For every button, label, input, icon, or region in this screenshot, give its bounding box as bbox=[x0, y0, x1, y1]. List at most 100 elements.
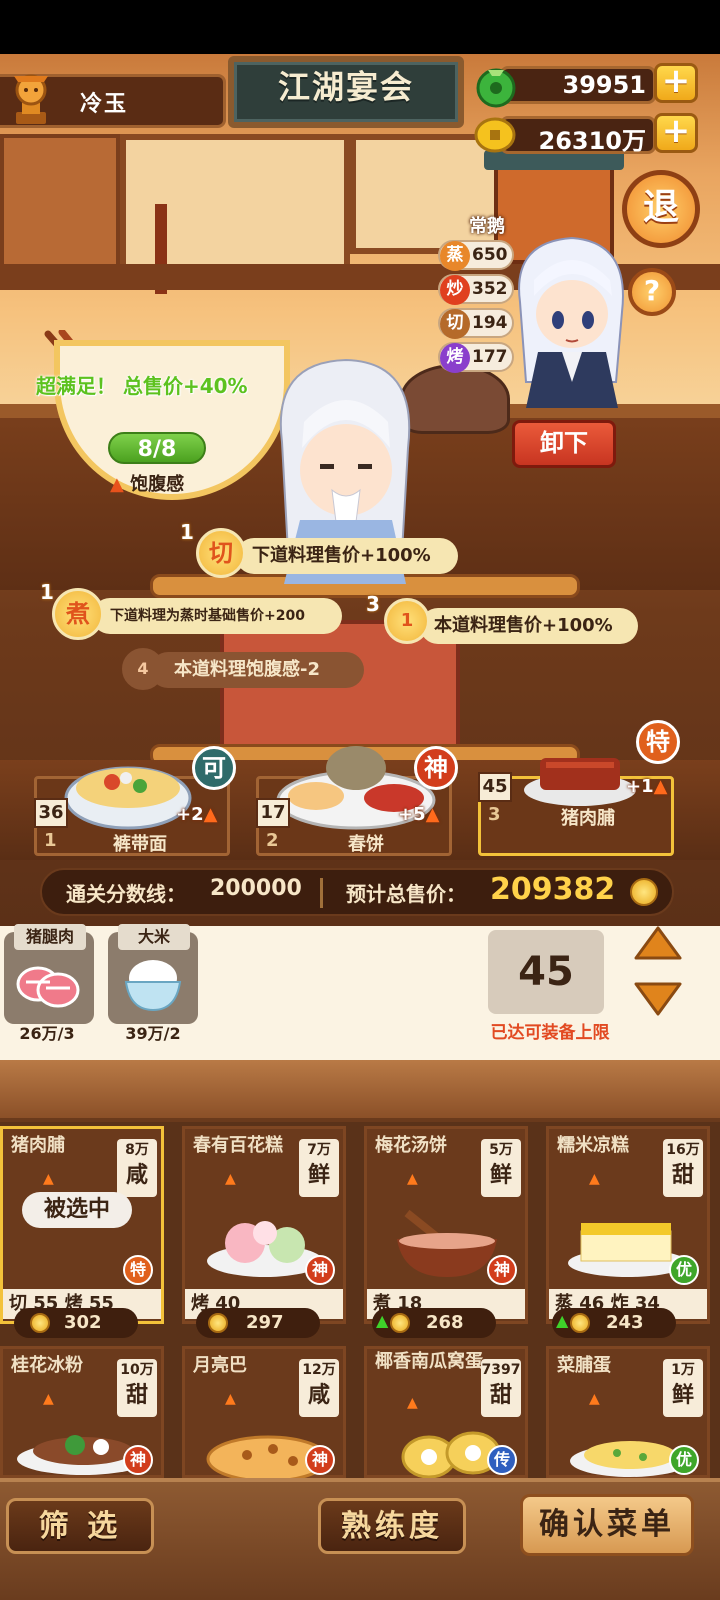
add-jade-button[interactable]: + bbox=[654, 63, 698, 103]
stirfry-skill-value: 352 bbox=[472, 279, 508, 299]
flame-icon: ▲ bbox=[425, 804, 440, 825]
recipe-price-tag: 8万咸 bbox=[117, 1139, 157, 1197]
effect-tag-flame: 1 bbox=[384, 598, 430, 644]
effect-banner-4: 本道料理饱腹感-2 bbox=[150, 652, 364, 688]
recipe-cost: 297 bbox=[196, 1308, 320, 1338]
steam-skill-icon: 蒸 bbox=[440, 241, 470, 271]
jade-icon bbox=[474, 64, 518, 108]
pork-leg-icon bbox=[16, 958, 80, 1010]
effect-count: 3 bbox=[366, 592, 380, 616]
dish-slot: 1 bbox=[44, 830, 57, 851]
unload-chef-button[interactable]: 卸下 bbox=[512, 420, 616, 468]
jade-value: 39951 bbox=[562, 71, 647, 99]
roast-skill-icon: 烤 bbox=[440, 343, 470, 373]
effect-text: 本道料理饱腹感-2 bbox=[174, 659, 320, 680]
player-name: 冷玉 bbox=[80, 92, 129, 117]
fullness-badge: 8/8 bbox=[108, 432, 206, 464]
flame-icon: ▲ bbox=[407, 1395, 418, 1411]
recipe-cost-value: 243 bbox=[606, 1312, 644, 1333]
page-title: 江湖宴会 bbox=[277, 68, 414, 106]
fullness-label-text: 饱腹感 bbox=[130, 474, 185, 495]
recipe-price-tag: 5万鲜 bbox=[481, 1139, 521, 1197]
recipe-cost: 302 bbox=[14, 1308, 138, 1338]
effect-text: 本道料理售价+100% bbox=[434, 615, 613, 636]
divider bbox=[320, 878, 323, 908]
fullness-label: ▲ 饱腹感 bbox=[110, 470, 210, 496]
add-coin-button[interactable]: + bbox=[654, 113, 698, 153]
dish-count: 36 bbox=[34, 798, 68, 828]
filter-button[interactable]: 筛 选 bbox=[6, 1498, 154, 1554]
grade-badge: 神 bbox=[305, 1255, 335, 1285]
chef-character[interactable] bbox=[512, 232, 630, 412]
proficiency-button[interactable]: 熟练度 bbox=[318, 1498, 466, 1554]
recipe-card[interactable]: 桂花冰粉 10万甜 ▲ 神 bbox=[0, 1346, 164, 1478]
effect-tag-cut: 切 bbox=[196, 528, 246, 578]
grade-badge: 传 bbox=[487, 1445, 517, 1475]
ingredient-name: 大米 bbox=[118, 924, 190, 950]
steam-skill-value: 650 bbox=[472, 245, 508, 265]
exit-button[interactable]: 退 bbox=[622, 170, 700, 248]
recipe-cost: ▲ 268 bbox=[372, 1308, 496, 1338]
recipe-card[interactable]: 菜脯蛋 1万鲜 ▲ 优 bbox=[546, 1346, 710, 1478]
coin-icon bbox=[630, 878, 658, 906]
effect-banner-2: 下道料理为蒸时基础售价+200 bbox=[92, 598, 342, 634]
dish-count: 17 bbox=[256, 798, 290, 828]
satisfaction-text: 超满足！ 总售价+40% bbox=[36, 374, 248, 398]
recipe-name: 猪肉脯 bbox=[11, 1135, 65, 1156]
ingredient-qty: 39万/2 bbox=[125, 1024, 181, 1043]
grade-badge: 特 bbox=[123, 1255, 153, 1285]
recipe-price: 10万 bbox=[120, 1362, 154, 1378]
recipe-card[interactable]: 春有百花糕 7万鲜 ▲ 烤 40 神 bbox=[182, 1126, 346, 1324]
flame-icon: ▲ bbox=[653, 776, 668, 797]
recipe-price-tag: 10万甜 bbox=[117, 1359, 157, 1417]
rice-bowl-icon bbox=[122, 954, 184, 1012]
dish-slot: 3 bbox=[488, 804, 501, 825]
coin-value: 26310万 bbox=[538, 127, 647, 155]
help-button[interactable]: ? bbox=[628, 268, 676, 316]
recipe-flavor: 甜 bbox=[671, 1163, 694, 1188]
grade-badge: 优 bbox=[669, 1445, 699, 1475]
confirm-menu-button[interactable]: 确认菜单 bbox=[520, 1494, 694, 1556]
dish-image bbox=[62, 742, 194, 832]
pass-score-value: 200000 bbox=[210, 876, 302, 901]
recipe-price-tag: 1万鲜 bbox=[663, 1359, 703, 1417]
recipe-card[interactable]: 椰香南瓜窝蛋 7397 甜 ▲ 传 bbox=[364, 1346, 528, 1479]
coin-icon bbox=[474, 114, 516, 156]
effect-count: 1 bbox=[40, 580, 54, 604]
arrow-down-button[interactable] bbox=[632, 980, 684, 1016]
recipe-flavor: 鲜 bbox=[671, 1383, 694, 1408]
recipe-flavor: 咸 bbox=[307, 1383, 330, 1408]
arrow-up-icon: ▲ bbox=[556, 1311, 569, 1330]
recipe-flavor: 甜 bbox=[489, 1383, 512, 1408]
dish-bonus: +2▲ bbox=[176, 804, 217, 825]
recipe-name: 菜脯蛋 bbox=[557, 1355, 611, 1376]
flame-icon: ▲ bbox=[589, 1391, 600, 1407]
effect-text: 下道料理售价+100% bbox=[252, 545, 431, 566]
recipe-card[interactable]: 梅花汤饼 5万鲜 ▲ 煮 18 神 bbox=[364, 1126, 528, 1324]
recipe-price-tag: 7397 甜 bbox=[481, 1359, 521, 1417]
arrow-up-button[interactable] bbox=[632, 924, 684, 960]
grade-badge: 特 bbox=[636, 720, 680, 764]
recipe-name: 糯米凉糕 bbox=[557, 1135, 629, 1156]
effect-count: 1 bbox=[180, 520, 194, 544]
grade-badge: 神 bbox=[414, 746, 458, 790]
effect-tag-boil: 煮 bbox=[52, 588, 104, 640]
ingredient-qty: 26万/3 bbox=[19, 1024, 75, 1043]
recipe-card[interactable]: 糯米凉糕 16万甜 ▲ 蒸 46 炸 34 优 bbox=[546, 1126, 710, 1324]
recipe-price: 5万 bbox=[489, 1142, 513, 1158]
flame-icon: ▲ bbox=[407, 1171, 418, 1187]
cut-skill-icon: 切 bbox=[440, 309, 470, 339]
recipe-flavor: 鲜 bbox=[489, 1163, 512, 1188]
selected-tag: 被选中 bbox=[22, 1192, 132, 1228]
dish-bonus: +1▲ bbox=[626, 776, 667, 797]
flame-icon: ▲ bbox=[110, 474, 124, 495]
recipe-flavor: 咸 bbox=[125, 1163, 148, 1188]
equip-limit-note: 已达可装备上限 bbox=[490, 1023, 610, 1043]
recipe-cost-value: 302 bbox=[64, 1312, 102, 1333]
chef-skill-cut: 切 194 bbox=[438, 308, 514, 339]
recipe-card[interactable]: 月亮巴 12万咸 ▲ 神 bbox=[182, 1346, 346, 1483]
recipe-cost-value: 297 bbox=[246, 1312, 284, 1333]
recipe-name: 椰香南瓜窝蛋 bbox=[375, 1351, 483, 1372]
arrow-up-icon: ▲ bbox=[376, 1311, 389, 1330]
dish-bonus: +5▲ bbox=[398, 804, 439, 825]
